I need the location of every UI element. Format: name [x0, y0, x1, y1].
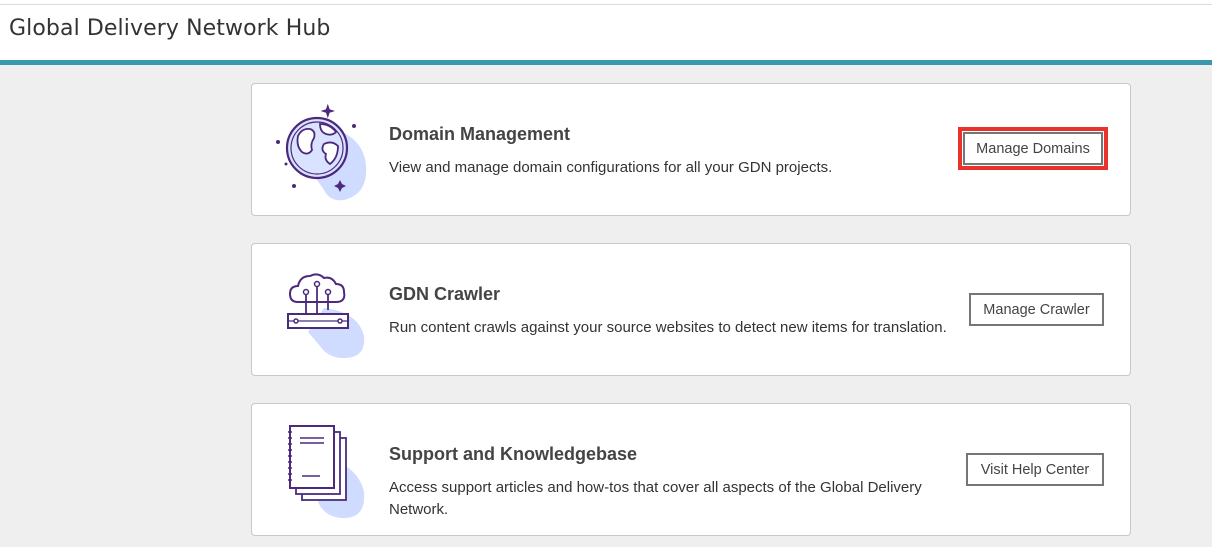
manage-domains-button[interactable]: Manage Domains: [963, 132, 1103, 165]
card-support-knowledgebase: Support and Knowledgebase Access support…: [251, 403, 1131, 536]
visit-help-center-button[interactable]: Visit Help Center: [966, 453, 1104, 486]
cloud-server-icon: [272, 258, 376, 362]
page-header: Global Delivery Network Hub: [0, 5, 1212, 65]
card-gdn-crawler: GDN Crawler Run content crawls against y…: [251, 243, 1131, 376]
manage-crawler-button[interactable]: Manage Crawler: [969, 293, 1104, 326]
globe-icon: [272, 98, 376, 202]
card-title: GDN Crawler: [389, 284, 501, 304]
card-domain-management: Domain Management View and manage domain…: [251, 83, 1131, 216]
page-title: Global Delivery Network Hub: [9, 16, 331, 41]
card-title: Domain Management: [389, 124, 571, 144]
card-title: Support and Knowledgebase: [389, 444, 638, 464]
card-description: Access support articles and how-tos that…: [389, 479, 922, 518]
card-description: Run content crawls against your source w…: [389, 319, 947, 336]
document-stack-icon: [272, 418, 376, 522]
card-description: View and manage domain configurations fo…: [389, 159, 833, 176]
